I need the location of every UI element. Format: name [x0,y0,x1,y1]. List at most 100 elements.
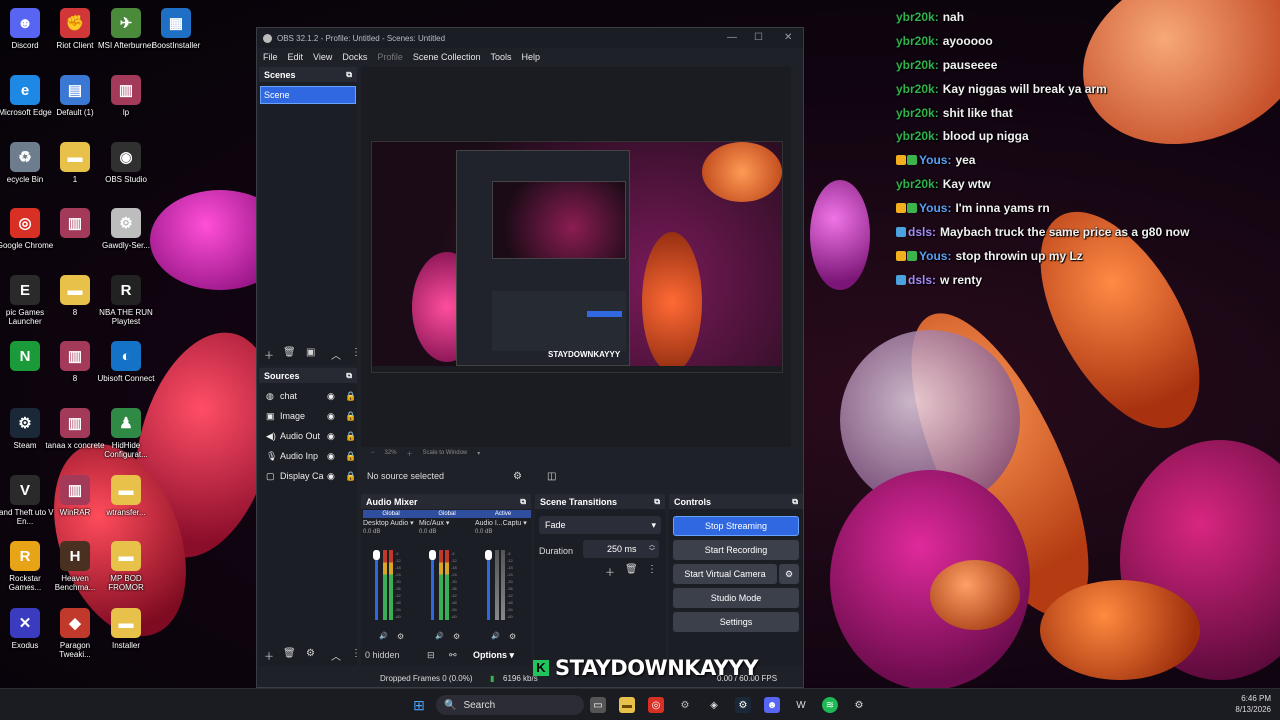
channel-settings-icon[interactable]: ⚙ [397,632,404,641]
desktop-icon[interactable]: ▦ BoostInstaller [146,8,206,50]
scene-filter-icon[interactable]: ▣ [306,347,315,358]
volume-fader[interactable] [485,550,492,620]
menu-file[interactable]: File [263,52,278,62]
steam-icon[interactable]: ⚙ [735,697,751,713]
studio-mode-button[interactable]: Studio Mode [673,588,799,608]
desktop-icon[interactable]: ▥ lp [96,75,156,117]
spotify-icon[interactable]: ≋ [822,697,838,713]
lock-icon[interactable]: 🔒 [345,411,356,422]
lock-icon[interactable]: 🔒 [345,431,356,442]
start-recording-button[interactable]: Start Recording [673,540,799,560]
desktop-icon[interactable]: ◐ Ubisoft Connect [96,341,156,383]
more-icon[interactable]: ⋮ [351,648,361,659]
mute-speaker-icon[interactable]: 🔊 [435,632,444,640]
more-icon[interactable]: ⋮ [647,564,657,575]
channel-settings-icon[interactable]: ⚙ [453,632,460,641]
visibility-eye-icon[interactable]: ◉ [327,411,335,422]
visibility-eye-icon[interactable]: ◉ [327,451,335,462]
chrome-icon[interactable]: ◎ [648,697,664,713]
lock-icon[interactable]: 🔒 [345,451,356,462]
app-icon[interactable]: ⚙ [677,697,693,713]
stop-streaming-button[interactable]: Stop Streaming [673,516,799,536]
taskbar-search[interactable]: 🔍 Search [436,695,584,715]
add-transition-icon[interactable]: ＋ [605,564,615,579]
duration-spinbox[interactable]: 250 ms ︿ ﹀ [583,540,659,558]
desktop-icon[interactable]: ⚙ Gawdly-Ser... [96,208,156,250]
source-item[interactable]: ▢ Display Ca ◉ 🔒 [263,467,357,485]
maximize-icon[interactable]: ☐ [754,32,763,43]
start-windows-icon[interactable]: ⊞ [411,697,427,713]
advanced-audio-icon[interactable]: ⚯ [449,650,457,661]
desktop-icon[interactable]: ▬ wtransfer... [96,475,156,517]
desktop-icon[interactable]: ♟ HidHide Configurat... [96,408,156,459]
close-icon[interactable]: ✕ [784,32,792,43]
channel-name[interactable]: Desktop Audio ▾ [363,519,419,527]
virtual-camera-settings-button[interactable]: ⚙ [779,564,799,584]
menu-view[interactable]: View [313,52,332,62]
preview-area[interactable]: STAYDOWNKAYYY − 32% ＋ Scale to Window ▾ [361,67,791,458]
settings-button[interactable]: Settings [673,612,799,632]
filters-icon[interactable]: ◫ [547,471,556,482]
properties-gear-icon[interactable]: ⚙ [513,471,522,482]
zoom-in-icon[interactable]: ＋ [407,449,413,458]
source-item[interactable]: ▣ Image ◉ 🔒 [263,407,357,425]
app-icon[interactable]: W [793,697,809,713]
source-item[interactable]: ◀) Audio Out ◉ 🔒 [263,427,357,445]
menu-docks[interactable]: Docks [342,52,367,62]
channel-settings-icon[interactable]: ⚙ [509,632,516,641]
volume-fader[interactable] [429,550,436,620]
zoom-out-icon[interactable]: − [371,450,375,456]
remove-source-icon[interactable]: 🗑 [283,648,296,659]
desktop-icon[interactable]: ▬ MP BOD FROMOR [96,541,156,592]
mute-speaker-icon[interactable]: 🔊 [379,632,388,640]
mixer-options[interactable]: Options ▾ [473,650,514,661]
file-explorer-icon[interactable]: ▬ [619,697,635,713]
channel-name[interactable]: Audio I...Captu ▾ [475,519,531,527]
system-clock[interactable]: 6:46 PM 8/13/2026 [1215,693,1271,715]
more-icon[interactable]: ⋮ [351,347,361,358]
scene-list-item[interactable]: Scene [260,86,356,104]
remove-transition-icon[interactable]: 🗑 [625,564,638,575]
undock-icon[interactable]: ⧉ [654,497,660,507]
start-virtual-camera-button[interactable]: Start Virtual Camera [673,564,777,584]
add-scene-icon[interactable]: ＋ [264,347,274,362]
app-icon[interactable]: ⚙ [851,697,867,713]
move-up-icon[interactable]: ︿ [331,648,341,663]
menu-help[interactable]: Help [521,52,540,62]
menu-tools[interactable]: Tools [490,52,511,62]
visibility-eye-icon[interactable]: ◉ [327,431,335,442]
transition-select[interactable]: Fade ▾ [539,516,661,534]
spin-arrows-icon[interactable]: ︿ ﹀ [649,543,655,555]
volume-fader[interactable] [373,550,380,620]
chevron-down-icon[interactable]: ▾ [477,450,480,457]
desktop-icon[interactable]: ▬ Installer [96,608,156,650]
lock-icon[interactable]: 🔒 [345,471,356,482]
visibility-eye-icon[interactable]: ◉ [327,391,335,402]
menu-edit[interactable]: Edit [288,52,304,62]
mute-speaker-icon[interactable]: 🔊 [491,632,500,640]
fader-handle[interactable] [429,550,436,560]
menu-scene-collection[interactable]: Scene Collection [413,52,481,62]
source-item[interactable]: 🎙 Audio Inp ◉ 🔒 [263,447,357,465]
discord-icon[interactable]: ☻ [764,697,780,713]
fader-handle[interactable] [485,550,492,560]
move-up-icon[interactable]: ︿ [331,347,341,362]
remove-scene-icon[interactable]: 🗑 [283,347,296,358]
desktop-icon[interactable]: R NBA THE RUN Playtest [96,275,156,326]
layout-icon[interactable]: ⊟ [427,650,435,661]
add-source-icon[interactable]: ＋ [264,648,274,663]
app-icon[interactable]: ◈ [706,697,722,713]
source-item[interactable]: ◍ chat ◉ 🔒 [263,387,357,405]
channel-name[interactable]: Mic/Aux ▾ [419,519,475,527]
menu-profile[interactable]: Profile [377,52,403,62]
undock-icon[interactable]: ⧉ [520,497,526,507]
scale-mode[interactable]: Scale to Window [423,450,468,456]
lock-icon[interactable]: 🔒 [345,391,356,402]
undock-icon[interactable]: ⧉ [346,371,352,381]
source-properties-icon[interactable]: ⚙ [306,648,315,659]
task-view-icon[interactable]: ▭ [590,697,606,713]
minimize-icon[interactable]: — [727,32,737,43]
undock-icon[interactable]: ⧉ [792,497,798,507]
undock-icon[interactable]: ⧉ [346,70,352,80]
visibility-eye-icon[interactable]: ◉ [327,471,335,482]
